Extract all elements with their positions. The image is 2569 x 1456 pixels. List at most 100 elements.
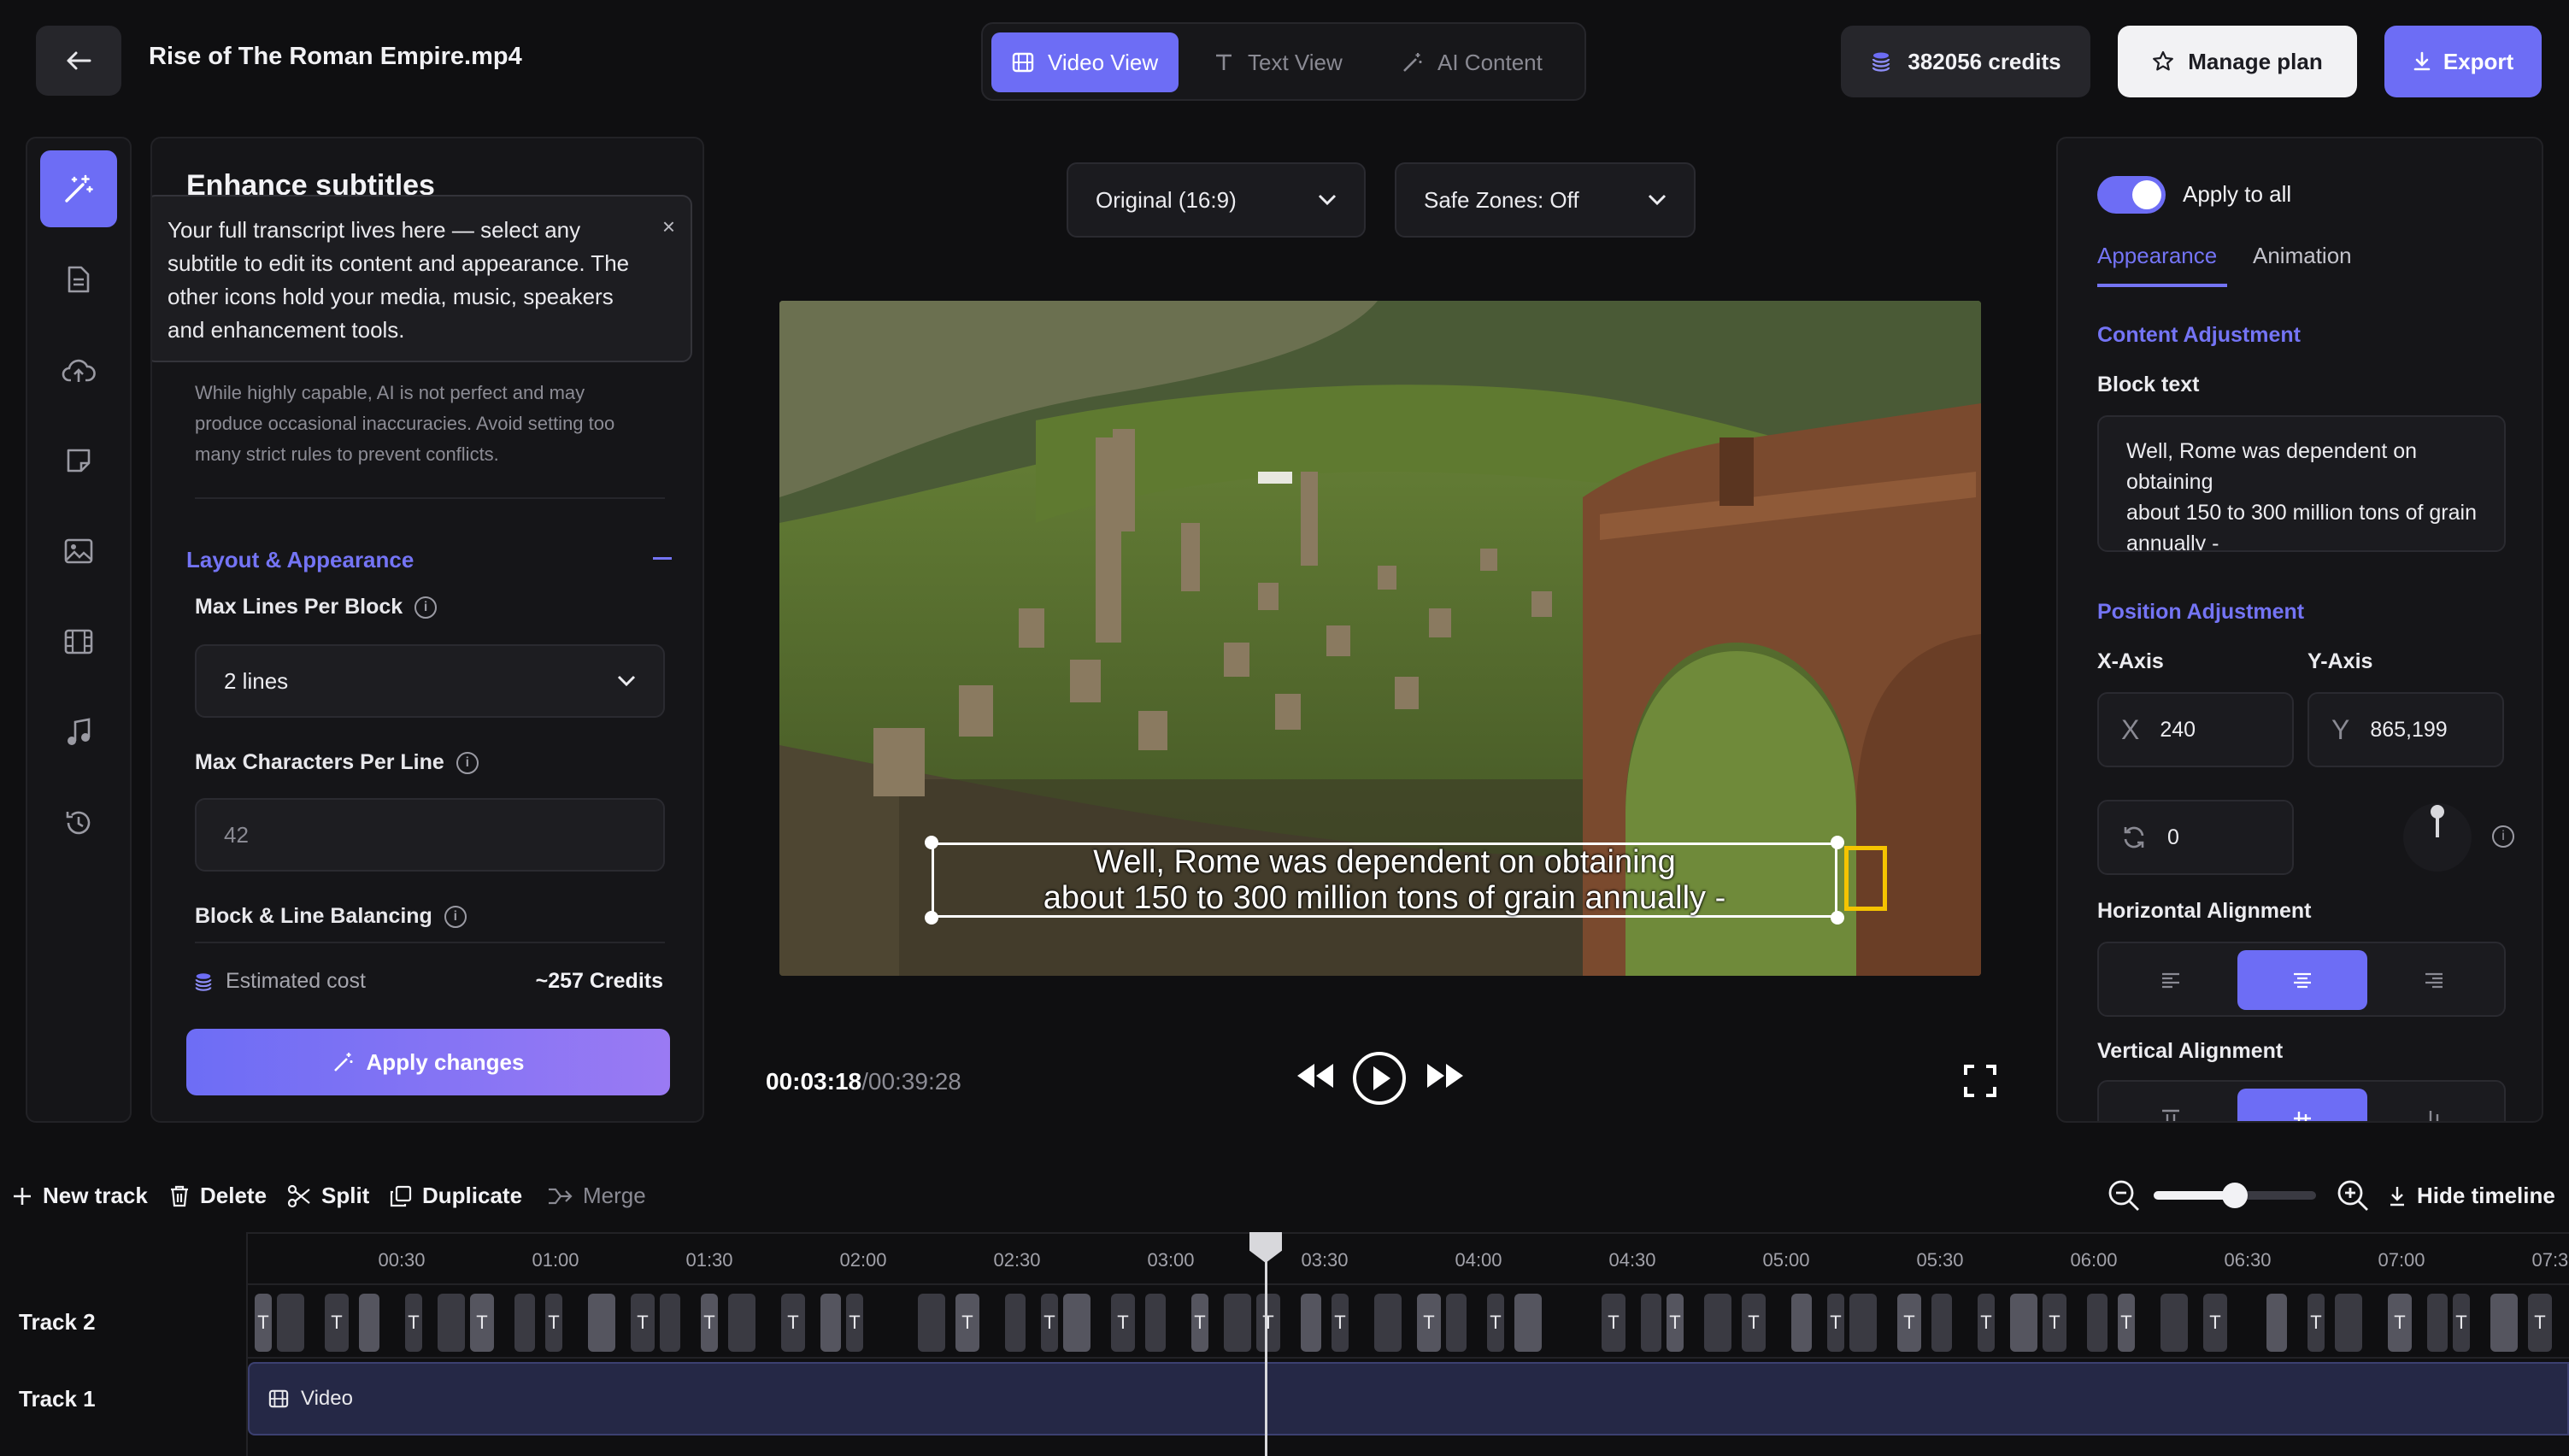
subtitle-clip[interactable]: T	[2388, 1294, 2412, 1352]
apply-to-all-toggle[interactable]	[2097, 176, 2166, 214]
subtitle-clip[interactable]: T	[2118, 1294, 2135, 1352]
align-center-button[interactable]	[2237, 950, 2367, 1010]
subtitle-clip[interactable]	[1849, 1294, 1877, 1352]
subtitle-clip[interactable]: T	[781, 1294, 805, 1352]
subtitle-clip[interactable]	[1224, 1294, 1251, 1352]
delete-button[interactable]: Delete	[169, 1183, 267, 1209]
subtitle-clip[interactable]: T	[1111, 1294, 1135, 1352]
subtitle-clip[interactable]	[2087, 1294, 2108, 1352]
manage-plan-button[interactable]: Manage plan	[2118, 26, 2357, 97]
subtitle-clip[interactable]: T	[955, 1294, 979, 1352]
subtitle-clip[interactable]: T	[1487, 1294, 1504, 1352]
subtitle-clip[interactable]	[1145, 1294, 1166, 1352]
subtitle-clip[interactable]: T	[2307, 1294, 2325, 1352]
history-tool-button[interactable]	[40, 784, 117, 861]
subtitle-clip[interactable]	[2010, 1294, 2037, 1352]
subtitle-clip[interactable]: T	[405, 1294, 422, 1352]
aspect-ratio-select[interactable]: Original (16:9)	[1067, 162, 1366, 238]
zoom-out-button[interactable]	[2108, 1179, 2140, 1212]
video-clip[interactable]: Video	[248, 1362, 2569, 1435]
subtitle-clip[interactable]	[1063, 1294, 1091, 1352]
rotation-dial[interactable]	[2403, 803, 2472, 872]
subtitle-clip[interactable]: T	[1041, 1294, 1058, 1352]
subtitle-clip[interactable]: T	[2453, 1294, 2470, 1352]
align-bottom-button[interactable]	[2369, 1089, 2499, 1121]
subtitle-clip[interactable]	[2427, 1294, 2448, 1352]
credits-badge[interactable]: 382056 credits	[1841, 26, 2090, 97]
subtitle-clip[interactable]: T	[325, 1294, 349, 1352]
tab-appearance[interactable]: Appearance	[2097, 243, 2217, 269]
subtitle-clip[interactable]	[660, 1294, 680, 1352]
notes-tool-button[interactable]	[40, 422, 117, 499]
subtitle-text[interactable]: Well, Rome was dependent on obtaining ab…	[932, 844, 1837, 916]
timeline-ruler[interactable]: 00:30 01:00 01:30 02:00 02:30 03:00 03:30 04:00…	[248, 1232, 2569, 1285]
fast-forward-button[interactable]	[1426, 1061, 1465, 1090]
align-middle-button[interactable]	[2237, 1089, 2367, 1121]
align-left-button[interactable]	[2106, 950, 2236, 1010]
subtitle-clip[interactable]	[1791, 1294, 1812, 1352]
subtitle-clip[interactable]	[1931, 1294, 1952, 1352]
hide-timeline-button[interactable]: Hide timeline	[2388, 1183, 2555, 1209]
back-button[interactable]	[36, 26, 121, 96]
subtitle-clip[interactable]	[359, 1294, 379, 1352]
subtitle-clip[interactable]	[1005, 1294, 1026, 1352]
layout-section-title[interactable]: Layout & Appearance	[186, 547, 414, 573]
tab-animation[interactable]: Animation	[2253, 243, 2352, 269]
info-icon[interactable]: i	[414, 596, 438, 619]
subtitle-clip[interactable]: T	[846, 1294, 863, 1352]
subtitle-clip[interactable]: T	[1978, 1294, 1995, 1352]
align-right-button[interactable]	[2369, 950, 2499, 1010]
subtitle-clip[interactable]	[2266, 1294, 2287, 1352]
subtitle-clip[interactable]: T	[1667, 1294, 1684, 1352]
max-lines-select[interactable]: 2 lines	[195, 644, 665, 718]
tab-text-view[interactable]: Text View	[1193, 32, 1363, 92]
subtitle-clip[interactable]: T	[1191, 1294, 1208, 1352]
rotation-info-icon[interactable]: i	[2492, 825, 2514, 848]
subtitle-clip[interactable]: T	[631, 1294, 655, 1352]
export-button[interactable]: Export	[2384, 26, 2542, 97]
new-track-button[interactable]: New track	[12, 1183, 148, 1209]
duplicate-button[interactable]: Duplicate	[390, 1183, 522, 1209]
playhead[interactable]	[1265, 1234, 1267, 1456]
enhance-tool-button[interactable]	[40, 150, 117, 227]
apply-changes-button[interactable]: Apply changes	[186, 1029, 670, 1095]
subtitle-clip[interactable]	[514, 1294, 535, 1352]
music-tool-button[interactable]	[40, 694, 117, 771]
play-button[interactable]	[1352, 1051, 1407, 1106]
subtitle-clip[interactable]	[1704, 1294, 1731, 1352]
subtitle-clip[interactable]	[438, 1294, 465, 1352]
subtitle-clip[interactable]	[1374, 1294, 1402, 1352]
video-preview[interactable]: Well, Rome was dependent on obtaining ab…	[779, 301, 1981, 976]
subtitle-clip[interactable]: T	[701, 1294, 718, 1352]
safe-zones-select[interactable]: Safe Zones: Off	[1395, 162, 1696, 238]
media-tool-button[interactable]	[40, 513, 117, 590]
tab-ai-content[interactable]: AI Content	[1381, 32, 1563, 92]
block-text-input[interactable]: Well, Rome was dependent on obtaining ab…	[2097, 415, 2506, 552]
subtitle-clip[interactable]	[1641, 1294, 1661, 1352]
subtitle-clip[interactable]	[918, 1294, 945, 1352]
subtitle-clip[interactable]: T	[1256, 1294, 1280, 1352]
subtitle-clip[interactable]	[2160, 1294, 2188, 1352]
subtitle-clip[interactable]	[588, 1294, 615, 1352]
fullscreen-button[interactable]	[1964, 1065, 1996, 1097]
zoom-slider-thumb[interactable]	[2222, 1183, 2248, 1208]
subtitle-clip[interactable]	[2335, 1294, 2362, 1352]
rotation-input[interactable]: 0	[2097, 800, 2294, 875]
rewind-button[interactable]	[1296, 1061, 1335, 1090]
split-button[interactable]: Split	[287, 1183, 369, 1209]
info-icon[interactable]: i	[456, 751, 479, 774]
subtitle-clip[interactable]	[1446, 1294, 1467, 1352]
tab-video-view[interactable]: Video View	[991, 32, 1179, 92]
info-icon[interactable]: i	[444, 905, 467, 928]
video-tool-button[interactable]	[40, 603, 117, 680]
upload-tool-button[interactable]	[40, 332, 117, 408]
subtitle-clip[interactable]: T	[255, 1294, 272, 1352]
subtitle-clip[interactable]	[728, 1294, 755, 1352]
align-top-button[interactable]	[2106, 1089, 2236, 1121]
subtitle-clip[interactable]: T	[2203, 1294, 2227, 1352]
max-chars-input[interactable]: 42	[195, 798, 665, 872]
subtitle-clip[interactable]	[1301, 1294, 1321, 1352]
subtitle-clip[interactable]: T	[470, 1294, 494, 1352]
merge-button[interactable]: Merge	[547, 1183, 646, 1209]
subtitle-clip[interactable]	[277, 1294, 304, 1352]
